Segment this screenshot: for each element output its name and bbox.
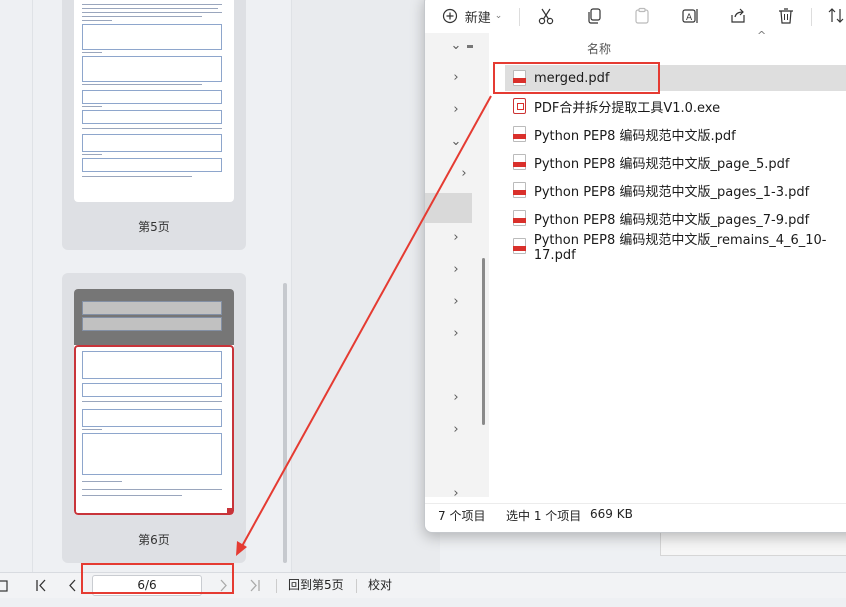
chevron-right-icon[interactable]: › (449, 294, 463, 309)
chevron-right-icon[interactable]: › (449, 326, 463, 341)
first-page-icon[interactable] (34, 573, 48, 598)
file-row[interactable]: Python PEP8 编码规范中文版_page_5.pdf (505, 149, 846, 175)
nav-scrollbar[interactable] (482, 258, 485, 425)
selection-size: 669 KB (590, 507, 633, 521)
file-list: ^ 名称 merged.pdf PDF合并拆分提取工具V1.0.exe Pyth… (489, 29, 846, 497)
file-row[interactable]: Python PEP8 编码规范中文版_pages_7-9.pdf (505, 205, 846, 231)
selection-count: 选中 1 个项目 (506, 509, 582, 523)
sort-ascending-icon: ^ (757, 29, 767, 42)
explorer-statusbar: 7 个项目 选中 1 个项目 669 KB (425, 503, 846, 526)
file-name: Python PEP8 编码规范中文版_remains_4_6_10-17.pd… (533, 233, 827, 263)
background-window (660, 531, 846, 556)
left-rail (0, 0, 33, 572)
chevron-right-icon[interactable]: › (449, 422, 463, 437)
file-name: Python PEP8 编码规范中文版_pages_1-3.pdf (534, 184, 810, 200)
document-area (292, 0, 440, 572)
previous-page-icon[interactable] (66, 573, 80, 598)
thumbnail-card-page-5[interactable]: 第5页 (62, 0, 246, 250)
exe-file-icon (513, 98, 526, 114)
pdf-file-icon (513, 126, 526, 142)
nav-item-selected[interactable] (425, 193, 472, 223)
back-to-page-link[interactable]: 回到第5页 (288, 573, 344, 598)
thumbnail-scrollbar[interactable] (283, 283, 287, 563)
new-button[interactable]: 新建 ⌄ (439, 3, 505, 29)
share-icon[interactable] (725, 3, 751, 29)
merged-file-highlight (493, 62, 660, 94)
resize-handle-icon[interactable] (227, 508, 232, 513)
file-name: Python PEP8 编码规范中文版.pdf (534, 128, 736, 144)
pdf-file-icon (513, 154, 526, 170)
last-page-icon[interactable] (248, 573, 262, 598)
proofread-button[interactable]: 校对 (368, 573, 392, 598)
sidebar-toggle-icon[interactable] (0, 573, 10, 598)
file-row[interactable]: Python PEP8 编码规范中文版_pages_1-3.pdf (505, 177, 846, 203)
chevron-down-icon[interactable]: ⌄ (449, 134, 463, 149)
copy-icon[interactable] (581, 3, 607, 29)
pdf-file-icon (513, 210, 526, 226)
thumbnail-label-page-5: 第5页 (138, 220, 170, 234)
column-header-name[interactable]: 名称 (587, 40, 611, 57)
cut-icon[interactable] (533, 3, 559, 29)
chevron-down-icon: ⌄ (494, 11, 503, 21)
thumbnail-card-page-6[interactable]: 第6页 (62, 273, 246, 563)
item-count: 7 个项目 (438, 509, 486, 523)
page-6-thumbnail[interactable] (74, 289, 234, 515)
sort-icon[interactable] (823, 3, 846, 29)
new-button-label: 新建 (464, 10, 491, 26)
file-name: Python PEP8 编码规范中文版_page_5.pdf (534, 156, 790, 172)
file-row[interactable]: PDF合并拆分提取工具V1.0.exe (505, 93, 846, 119)
chevron-right-icon[interactable]: › (449, 390, 463, 405)
file-row[interactable]: Python PEP8 编码规范中文版.pdf (505, 121, 846, 147)
pdf-file-icon (513, 182, 526, 198)
chevron-right-icon[interactable]: › (449, 102, 463, 117)
delete-icon[interactable] (773, 3, 799, 29)
thumbnail-label-page-6: 第6页 (138, 533, 170, 547)
explorer-toolbar: 新建 ⌄ A (425, 1, 846, 33)
navigation-pane: ⌄ › › ⌄ › › › › › › › › (425, 33, 489, 501)
chevron-down-icon[interactable]: ⌄ (449, 38, 463, 53)
chevron-right-icon[interactable]: › (449, 230, 463, 245)
file-name: Python PEP8 编码规范中文版_pages_7-9.pdf (534, 212, 810, 228)
plus-circle-icon (442, 8, 457, 24)
pdf-file-icon (513, 238, 526, 254)
chevron-right-icon[interactable]: › (449, 262, 463, 277)
page-indicator-highlight (81, 563, 234, 594)
pdf-viewer: 第5页 第6页 (0, 0, 440, 597)
page-5-thumbnail[interactable] (74, 0, 234, 202)
chevron-right-icon[interactable]: › (449, 486, 463, 501)
file-name: PDF合并拆分提取工具V1.0.exe (534, 100, 721, 116)
file-row[interactable]: Python PEP8 编码规范中文版_remains_4_6_10-17.pd… (505, 233, 846, 263)
chevron-right-icon[interactable]: › (449, 70, 463, 85)
drive-icon (467, 45, 473, 48)
paste-icon[interactable] (629, 3, 655, 29)
chevron-right-icon[interactable]: › (457, 166, 471, 181)
svg-text:A: A (686, 13, 693, 23)
rename-icon[interactable]: A (677, 3, 703, 29)
